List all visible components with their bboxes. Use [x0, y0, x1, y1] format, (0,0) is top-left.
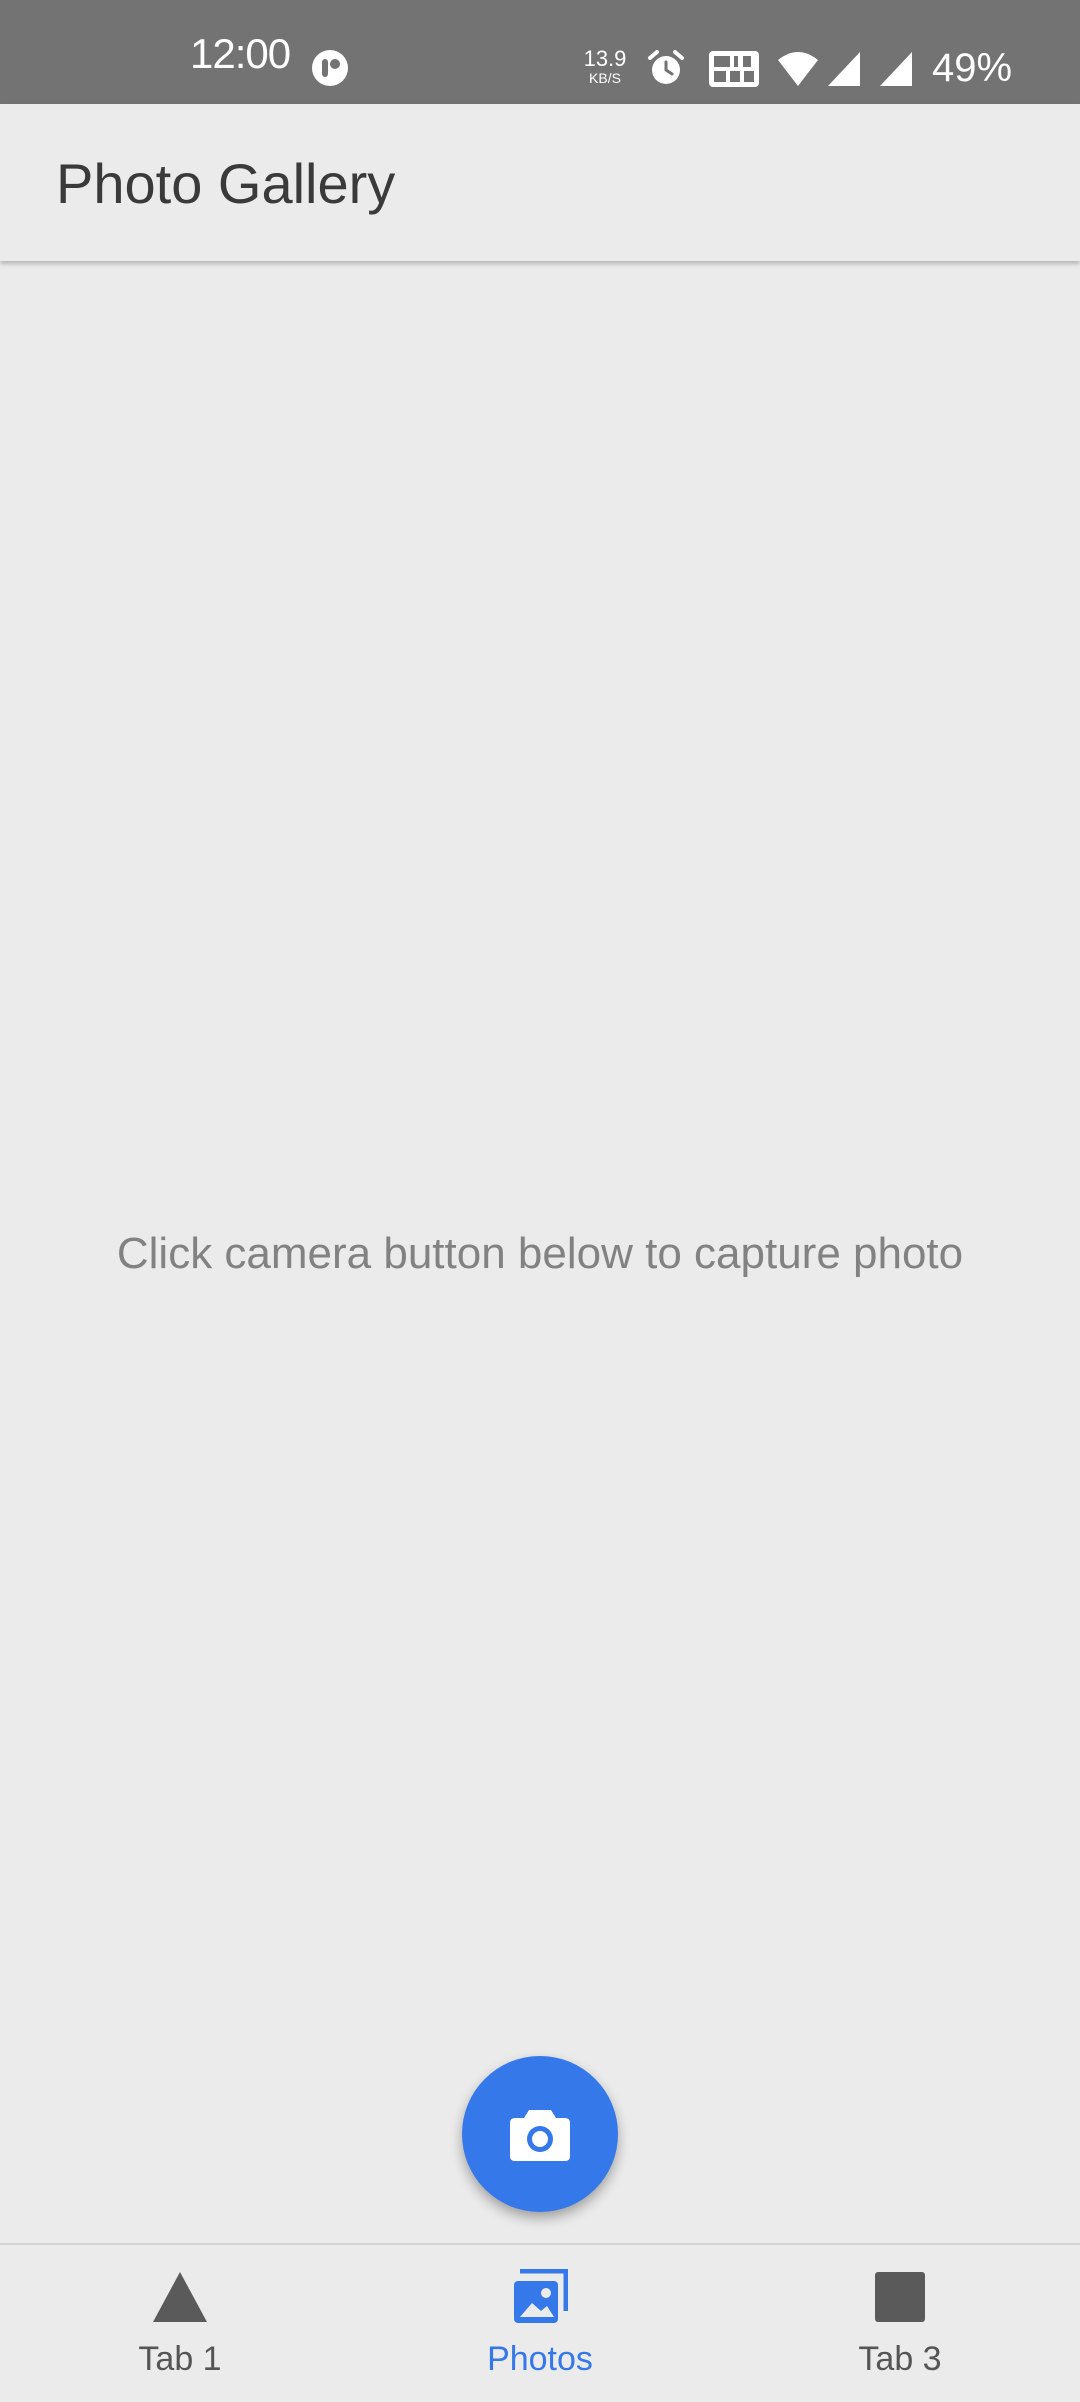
- capture-photo-button[interactable]: [462, 2056, 618, 2212]
- empty-state-message: Click camera button below to capture pho…: [116, 1229, 964, 1278]
- square-icon: [875, 2272, 925, 2322]
- app-bar: Photo Gallery: [0, 104, 1080, 261]
- battery-level: 49%: [932, 46, 1013, 90]
- camera-icon: [510, 2110, 570, 2161]
- wifi-icon: [778, 52, 818, 86]
- network-speed: 13.9 KB/S: [582, 46, 628, 86]
- status-time: 12:00: [190, 30, 291, 77]
- signal-icon: [880, 52, 912, 86]
- signal-icon: [828, 52, 860, 86]
- photo-gallery-content: Click camera button below to capture pho…: [0, 261, 1080, 2243]
- alarm-icon: [648, 50, 684, 84]
- volte-icon: [709, 51, 759, 87]
- network-speed-value: 13.9: [583, 46, 627, 71]
- tab-3-label: Tab 3: [858, 2340, 942, 2378]
- tab-1-label: Tab 1: [138, 2340, 222, 2378]
- status-bar: 12:00 13.9 KB/S 49%: [0, 0, 1080, 104]
- images-icon: [514, 2269, 568, 2323]
- network-speed-unit: KB/S: [589, 70, 621, 86]
- bottom-navigation: Tab 1 Photos Tab 3: [0, 2243, 1080, 2402]
- notification-icon: [312, 50, 348, 86]
- triangle-icon: [153, 2272, 207, 2322]
- page-title: Photo Gallery: [56, 152, 396, 215]
- tab-photos-label: Photos: [487, 2340, 593, 2378]
- tab-3[interactable]: Tab 3: [720, 2245, 1080, 2402]
- tab-photos[interactable]: Photos: [360, 2245, 720, 2402]
- tab-1[interactable]: Tab 1: [0, 2245, 360, 2402]
